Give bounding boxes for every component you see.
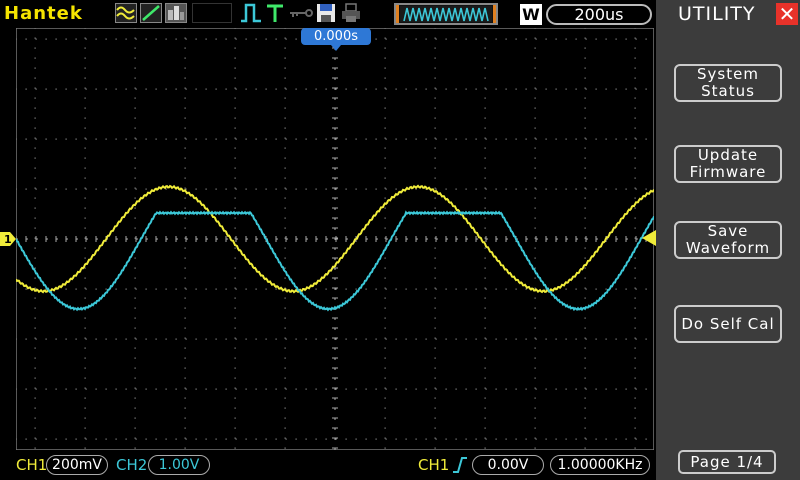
frequency-readout: 1.00000KHz xyxy=(550,455,650,475)
svg-text:1: 1 xyxy=(4,233,12,246)
ch1-ground-marker[interactable]: 1 xyxy=(0,232,16,246)
close-icon[interactable]: ✕ xyxy=(776,3,798,25)
button-label-line2: Status xyxy=(701,82,755,100)
pulse-icon[interactable] xyxy=(240,3,262,23)
brand-logo: Hantek xyxy=(4,3,83,24)
trigger-source-label: CH1 xyxy=(418,456,450,474)
wave-display-icon[interactable] xyxy=(115,3,137,23)
rising-edge-icon[interactable] xyxy=(452,456,468,474)
button-label-line1: Save xyxy=(707,222,749,240)
self-cal-button[interactable]: Do Self Cal xyxy=(674,305,782,343)
timebase-value[interactable]: 200us xyxy=(546,4,652,25)
button-label-line2: Firmware xyxy=(689,163,767,181)
persistence-icon[interactable] xyxy=(165,3,187,23)
trigger-position-arrow xyxy=(331,45,341,51)
memory-window-icon xyxy=(394,3,498,25)
blank-slot-icon xyxy=(192,3,232,23)
ch2-scale[interactable]: 1.00V xyxy=(148,455,210,475)
key-icon xyxy=(288,3,314,23)
ch2-label: CH2 xyxy=(116,456,148,474)
xy-mode-icon[interactable] xyxy=(140,3,162,23)
trigger-level[interactable]: 0.00V xyxy=(472,455,544,475)
trigger-level-marker[interactable] xyxy=(642,230,656,246)
ch1-label: CH1 xyxy=(16,456,48,474)
button-label-line1: Update xyxy=(697,146,759,164)
status-bar: Hantek W 200us xyxy=(0,0,656,28)
trigger-t-icon[interactable] xyxy=(264,3,286,23)
save-icon[interactable] xyxy=(315,3,337,23)
timebase-mode-badge: W xyxy=(520,4,542,25)
ch1-scale[interactable]: 200mV xyxy=(46,455,108,475)
waveform-display xyxy=(16,28,654,450)
button-label-line1: System xyxy=(697,65,759,83)
utility-menu: UTILITY ✕ System Status Update Firmware … xyxy=(656,0,800,480)
print-icon xyxy=(340,3,362,23)
trigger-position-marker[interactable]: 0.000s xyxy=(301,28,371,45)
button-label-line2: Waveform xyxy=(685,239,771,257)
button-label-line1: Do Self Cal xyxy=(681,314,775,333)
page-button[interactable]: Page 1/4 xyxy=(678,450,776,474)
system-status-button[interactable]: System Status xyxy=(674,64,782,102)
update-firmware-button[interactable]: Update Firmware xyxy=(674,145,782,183)
save-waveform-button[interactable]: Save Waveform xyxy=(674,221,782,259)
